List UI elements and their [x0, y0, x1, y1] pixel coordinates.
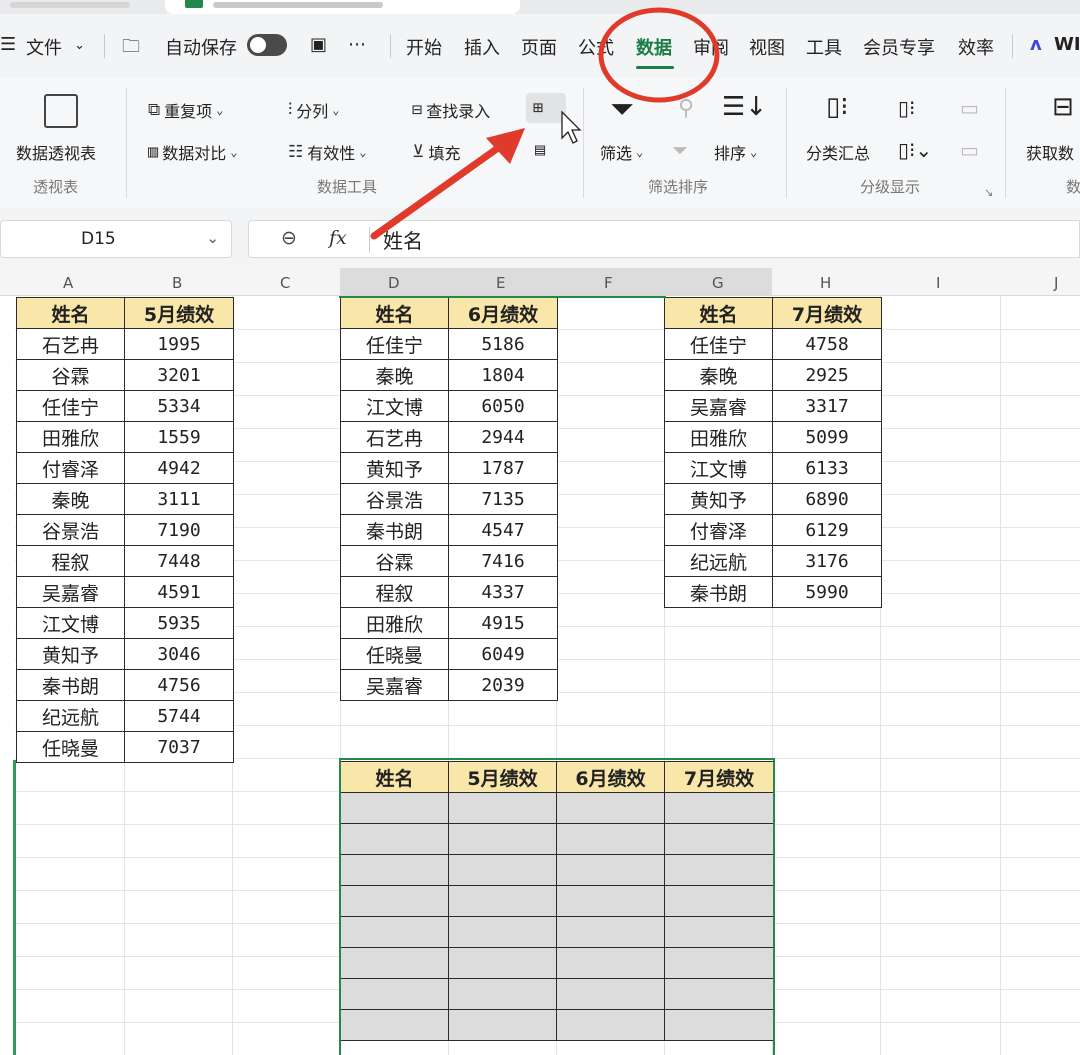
- annotation-overlay: [370, 7, 720, 240]
- mouse-cursor-icon: [561, 110, 582, 144]
- red-arrowhead-annotation: [486, 128, 525, 164]
- red-circle-annotation: [598, 7, 720, 103]
- red-arrow-annotation: [370, 139, 509, 240]
